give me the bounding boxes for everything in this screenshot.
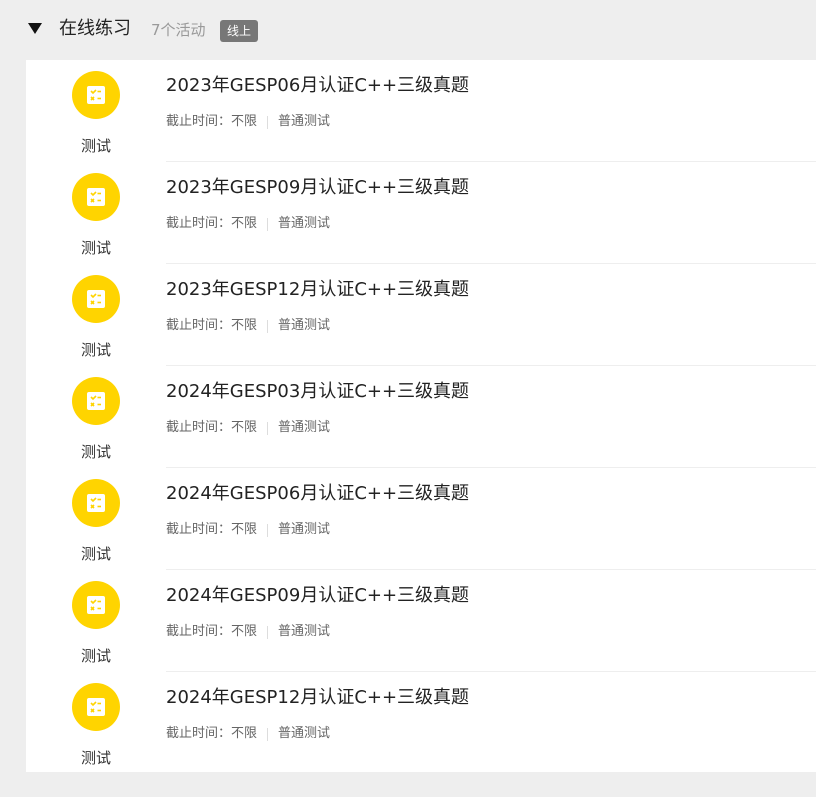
test-paper-icon bbox=[72, 479, 120, 527]
meta-divider bbox=[267, 625, 269, 639]
deadline-label: 截止时间： bbox=[166, 726, 232, 741]
list-item[interactable]: 测试 2024年GESP12月认证C++三级真题 截止时间： 不限 普通测试 bbox=[26, 672, 816, 774]
meta-divider bbox=[267, 115, 269, 129]
test-kind: 普通测试 bbox=[278, 522, 331, 537]
meta-divider bbox=[267, 319, 269, 333]
test-paper-icon bbox=[72, 275, 120, 323]
deadline-value: 不限 bbox=[231, 726, 258, 741]
section-header[interactable]: 在线练习 7个活动 线上 bbox=[0, 0, 816, 60]
online-practice-section: 在线练习 7个活动 线上 测试 2023年GESP06月认证C++三级真题 截止… bbox=[0, 0, 816, 797]
item-title[interactable]: 2023年GESP09月认证C++三级真题 bbox=[166, 175, 469, 201]
item-type-label: 测试 bbox=[80, 341, 111, 359]
item-meta: 截止时间： 不限 普通测试 bbox=[166, 623, 330, 641]
test-paper-icon bbox=[72, 581, 120, 629]
deadline-label: 截止时间： bbox=[166, 114, 232, 129]
item-title[interactable]: 2024年GESP12月认证C++三级真题 bbox=[166, 685, 469, 711]
deadline-value: 不限 bbox=[231, 522, 258, 537]
list-item[interactable]: 测试 2023年GESP12月认证C++三级真题 截止时间： 不限 普通测试 bbox=[26, 264, 816, 366]
deadline-value: 不限 bbox=[231, 114, 258, 129]
test-kind: 普通测试 bbox=[278, 114, 331, 129]
test-kind: 普通测试 bbox=[278, 318, 331, 333]
item-meta: 截止时间： 不限 普通测试 bbox=[166, 521, 330, 539]
list-item[interactable]: 测试 2024年GESP09月认证C++三级真题 截止时间： 不限 普通测试 bbox=[26, 570, 816, 672]
activity-list: 测试 2023年GESP06月认证C++三级真题 截止时间： 不限 普通测试 测试… bbox=[26, 60, 816, 772]
meta-divider bbox=[267, 523, 269, 537]
item-title[interactable]: 2024年GESP06月认证C++三级真题 bbox=[166, 481, 469, 507]
meta-divider bbox=[267, 421, 269, 435]
activity-count: 7个活动 bbox=[151, 21, 206, 39]
test-kind: 普通测试 bbox=[278, 726, 331, 741]
deadline-label: 截止时间： bbox=[166, 420, 232, 435]
list-item[interactable]: 测试 2023年GESP09月认证C++三级真题 截止时间： 不限 普通测试 bbox=[26, 162, 816, 264]
online-badge: 线上 bbox=[220, 20, 259, 42]
deadline-value: 不限 bbox=[231, 420, 258, 435]
deadline-label: 截止时间： bbox=[166, 216, 232, 231]
test-paper-icon bbox=[72, 377, 120, 425]
caret-down-icon[interactable] bbox=[28, 23, 42, 34]
meta-divider bbox=[267, 727, 269, 741]
test-paper-icon bbox=[72, 71, 120, 119]
list-item[interactable]: 测试 2024年GESP06月认证C++三级真题 截止时间： 不限 普通测试 bbox=[26, 468, 816, 570]
item-title[interactable]: 2023年GESP12月认证C++三级真题 bbox=[166, 277, 469, 303]
test-kind: 普通测试 bbox=[278, 624, 331, 639]
deadline-label: 截止时间： bbox=[166, 624, 232, 639]
deadline-label: 截止时间： bbox=[166, 522, 232, 537]
test-paper-icon bbox=[72, 173, 120, 221]
deadline-value: 不限 bbox=[231, 216, 258, 231]
test-paper-icon bbox=[72, 683, 120, 731]
item-meta: 截止时间： 不限 普通测试 bbox=[166, 317, 330, 335]
item-meta: 截止时间： 不限 普通测试 bbox=[166, 419, 330, 437]
item-type-label: 测试 bbox=[80, 749, 111, 767]
item-type-label: 测试 bbox=[80, 647, 111, 665]
deadline-value: 不限 bbox=[231, 624, 258, 639]
item-meta: 截止时间： 不限 普通测试 bbox=[166, 113, 330, 131]
item-type-label: 测试 bbox=[80, 239, 111, 257]
item-meta: 截止时间： 不限 普通测试 bbox=[166, 725, 330, 743]
test-kind: 普通测试 bbox=[278, 216, 331, 231]
item-title[interactable]: 2023年GESP06月认证C++三级真题 bbox=[166, 73, 469, 99]
deadline-label: 截止时间： bbox=[166, 318, 232, 333]
list-item[interactable]: 测试 2024年GESP03月认证C++三级真题 截止时间： 不限 普通测试 bbox=[26, 366, 816, 468]
item-title[interactable]: 2024年GESP09月认证C++三级真题 bbox=[166, 583, 469, 609]
item-title[interactable]: 2024年GESP03月认证C++三级真题 bbox=[166, 379, 469, 405]
deadline-value: 不限 bbox=[231, 318, 258, 333]
test-kind: 普通测试 bbox=[278, 420, 331, 435]
item-meta: 截止时间： 不限 普通测试 bbox=[166, 215, 330, 233]
section-title: 在线练习 bbox=[59, 18, 131, 39]
item-type-label: 测试 bbox=[80, 443, 111, 461]
list-item[interactable]: 测试 2023年GESP06月认证C++三级真题 截止时间： 不限 普通测试 bbox=[26, 60, 816, 162]
meta-divider bbox=[267, 217, 269, 231]
item-type-label: 测试 bbox=[80, 137, 111, 155]
item-type-label: 测试 bbox=[80, 545, 111, 563]
